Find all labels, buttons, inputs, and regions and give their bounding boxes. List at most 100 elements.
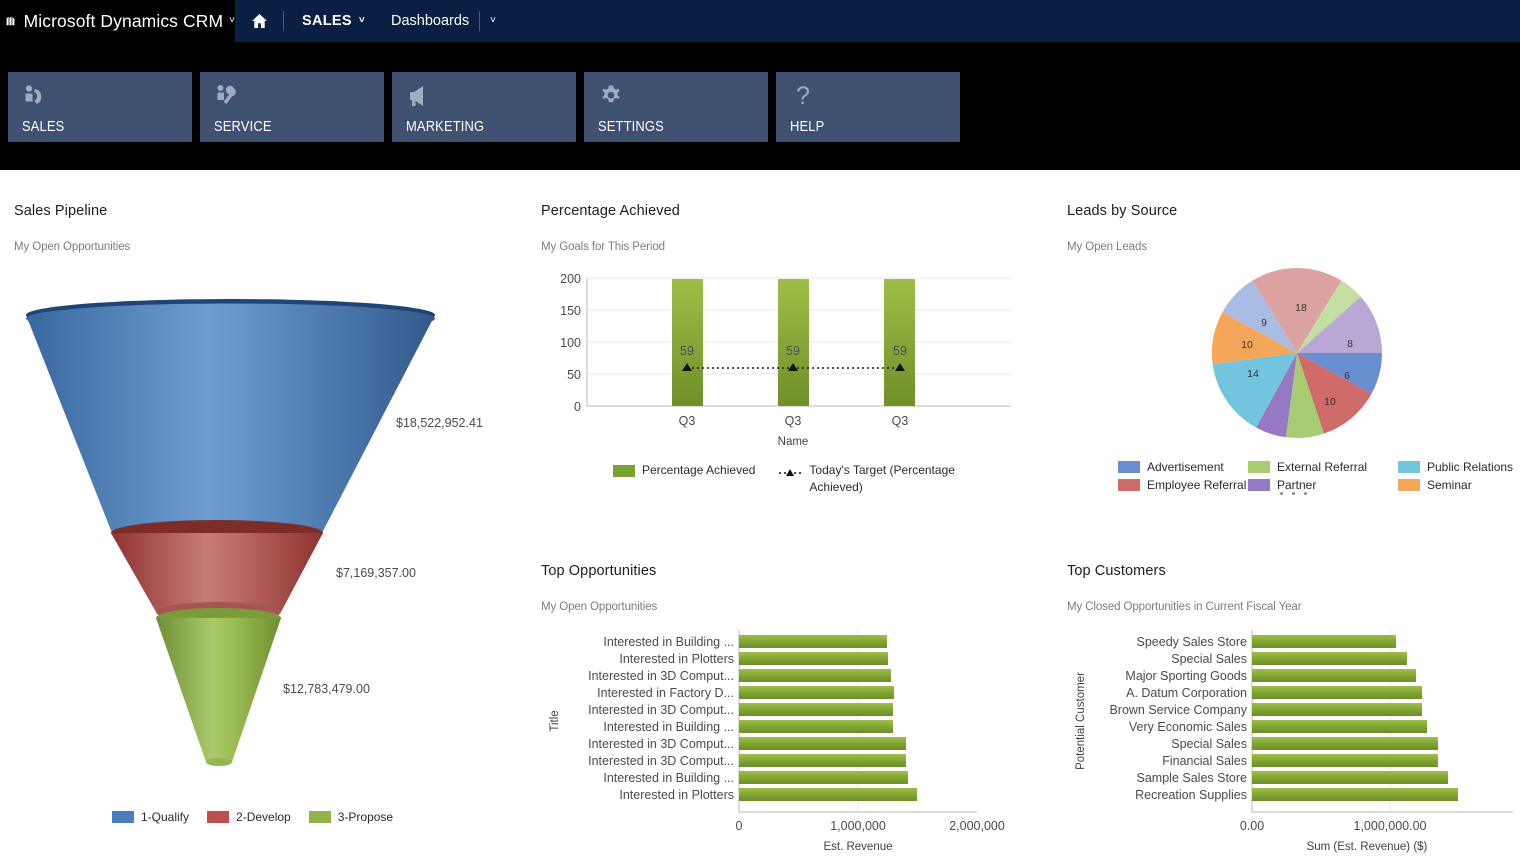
bar-top-customer[interactable]: [1252, 737, 1438, 750]
y-axis-title: Potential Customer: [1075, 672, 1087, 770]
bar-top-customer[interactable]: [1252, 754, 1438, 767]
bar-top-opportunity[interactable]: [739, 771, 908, 784]
y-tick-label: Interested in 3D Comput...: [588, 703, 734, 717]
y-tick-label: Recreation Supplies: [1135, 788, 1247, 802]
legend-swatch: [1398, 461, 1420, 473]
bar-top-customer[interactable]: [1252, 635, 1396, 648]
legend-label: Public Relations: [1427, 460, 1514, 474]
widget-title: Top Opportunities: [541, 563, 657, 579]
nav-page-chevron-down-icon[interactable]: ˅: [480, 16, 508, 26]
megaphone-icon: [410, 86, 423, 106]
svg-text:?: ?: [796, 83, 810, 109]
legend-swatch: [1398, 479, 1420, 491]
legend-item-employee-referral[interactable]: Employee Referral: [1118, 476, 1248, 494]
nav-page-dashboards[interactable]: Dashboards: [383, 13, 479, 29]
x-tick-label: 1,000,000.00: [1354, 819, 1427, 833]
bar-top-opportunity[interactable]: [739, 788, 917, 801]
bar-top-opportunity[interactable]: [739, 635, 887, 648]
legend-label: 3-Propose: [337, 810, 394, 824]
widget-title: Percentage Achieved: [541, 203, 680, 219]
x-tick-label: Q3: [679, 414, 696, 428]
nav-page-caret-glyph: ˅: [490, 15, 497, 26]
legend-label: 2-Develop: [236, 810, 291, 824]
tile-label: SERVICE: [214, 118, 272, 135]
legend-item-partner[interactable]: Partner: [1248, 476, 1398, 494]
bar-top-customer[interactable]: [1252, 720, 1427, 733]
top-opportunities-chart[interactable]: Interested in Building ... Interested in…: [541, 622, 1031, 857]
tile-help[interactable]: ? HELP: [776, 72, 960, 142]
bar-top-customer[interactable]: [1252, 669, 1416, 682]
legend-item-qualify[interactable]: 1-Qualify: [112, 810, 189, 824]
legend-swatch: [207, 811, 230, 823]
widget-title: Sales Pipeline: [14, 203, 108, 219]
bar-top-customer[interactable]: [1252, 788, 1458, 801]
home-button[interactable]: [235, 13, 283, 29]
bar-top-customer[interactable]: [1252, 703, 1422, 716]
top-customers-chart[interactable]: Speedy Sales Store Special Sales Major S…: [1067, 622, 1520, 857]
pie-legend-pagination-dots[interactable]: [1280, 492, 1307, 495]
top-bar: Microsoft Dynamics CRM ˅ SALES ˅ Dashboa…: [0, 0, 1520, 42]
bar-top-opportunity[interactable]: [739, 703, 893, 716]
bar-top-opportunity[interactable]: [739, 652, 888, 665]
bar-top-customer[interactable]: [1252, 652, 1407, 665]
nav-module-sales[interactable]: SALES ˅: [284, 13, 383, 29]
bar-top-customer[interactable]: [1252, 686, 1422, 699]
legend-item-propose[interactable]: 3-Propose: [308, 810, 394, 824]
legend-item-develop[interactable]: 2-Develop: [207, 810, 291, 824]
bar-percentage-achieved[interactable]: [672, 279, 703, 406]
funnel-propose-tip: [206, 758, 232, 766]
bar-top-opportunity[interactable]: [739, 754, 906, 767]
bar-top-opportunity[interactable]: [739, 669, 891, 682]
legend-swatch: [112, 811, 134, 823]
home-icon: [252, 14, 267, 28]
widget-subtitle: My Goals for This Period: [541, 241, 665, 253]
pie-slice-value: 6: [1344, 370, 1350, 382]
nav-module-label: SALES: [302, 13, 352, 29]
legend-item-advertisement[interactable]: Advertisement: [1118, 458, 1248, 476]
tile-sales[interactable]: SALES: [8, 72, 192, 142]
legend-item-percentage-achieved[interactable]: Percentage Achieved: [613, 462, 755, 477]
bar-top-opportunity[interactable]: [739, 720, 893, 733]
funnel-legend: 1-Qualify 2-Develop 3-Propose: [112, 810, 393, 824]
legend-item-external-referral[interactable]: External Referral: [1248, 458, 1398, 476]
bar-top-opportunity[interactable]: [739, 686, 894, 699]
leads-by-source-pie-chart[interactable]: 6 10 14 10 9 18 8: [1205, 265, 1390, 445]
bar-top-customer[interactable]: [1252, 771, 1448, 784]
brand-area[interactable]: Microsoft Dynamics CRM ˅: [0, 0, 235, 42]
tile-settings[interactable]: SETTINGS: [584, 72, 768, 142]
bar-top-opportunity[interactable]: [739, 737, 906, 750]
y-tick-label: A. Datum Corporation: [1126, 686, 1247, 700]
y-tick-label: Interested in 3D Comput...: [588, 737, 734, 751]
question-mark-icon: ?: [796, 83, 810, 109]
funnel-segment-qualify[interactable]: [26, 315, 435, 533]
x-tick-label: 0: [736, 819, 743, 833]
pagination-dot: [1292, 492, 1295, 495]
y-tick-label: Interested in Plotters: [619, 652, 734, 666]
funnel-segment-develop[interactable]: [111, 533, 323, 612]
widget-subtitle: My Open Leads: [1067, 241, 1147, 253]
y-tick-label: Brown Service Company: [1109, 703, 1247, 717]
percentage-achieved-chart[interactable]: 200 150 100 50 0 59 59 59 Q3 Q3 Q3 Name: [541, 262, 1021, 452]
funnel-segment-propose[interactable]: [156, 618, 281, 762]
y-tick-label: Sample Sales Store: [1137, 771, 1248, 785]
legend-item-seminar[interactable]: Seminar: [1398, 476, 1513, 494]
legend-label: Advertisement: [1147, 460, 1224, 474]
y-tick-label: Interested in Building ...: [603, 635, 734, 649]
legend-item-todays-target[interactable]: Today's Target (Percentage Achieved): [778, 462, 959, 496]
brand-title: Microsoft Dynamics CRM: [23, 10, 224, 31]
widget-title: Top Customers: [1067, 563, 1166, 579]
top-nav-area: Microsoft Dynamics CRM ˅ SALES ˅ Dashboa…: [0, 0, 1520, 170]
legend-label: 1-Qualify: [141, 810, 190, 824]
tile-service[interactable]: SERVICE: [200, 72, 384, 142]
funnel-chart[interactable]: $18,522,952.41 $7,169,357.00 $12,783,479…: [0, 290, 520, 800]
funnel-top-surface: [26, 303, 435, 334]
bar-percentage-achieved[interactable]: [778, 279, 809, 406]
bar-percentage-achieved[interactable]: [884, 279, 915, 406]
widget-subtitle: My Open Opportunities: [541, 601, 658, 613]
point-label: 59: [786, 344, 800, 358]
tile-marketing[interactable]: MARKETING: [392, 72, 576, 142]
x-tick-label: 2,000,000: [949, 819, 1005, 833]
y-tick-label: Interested in 3D Comput...: [588, 754, 734, 768]
legend-swatch: [1118, 479, 1140, 491]
legend-item-public-relations[interactable]: Public Relations: [1398, 458, 1513, 476]
